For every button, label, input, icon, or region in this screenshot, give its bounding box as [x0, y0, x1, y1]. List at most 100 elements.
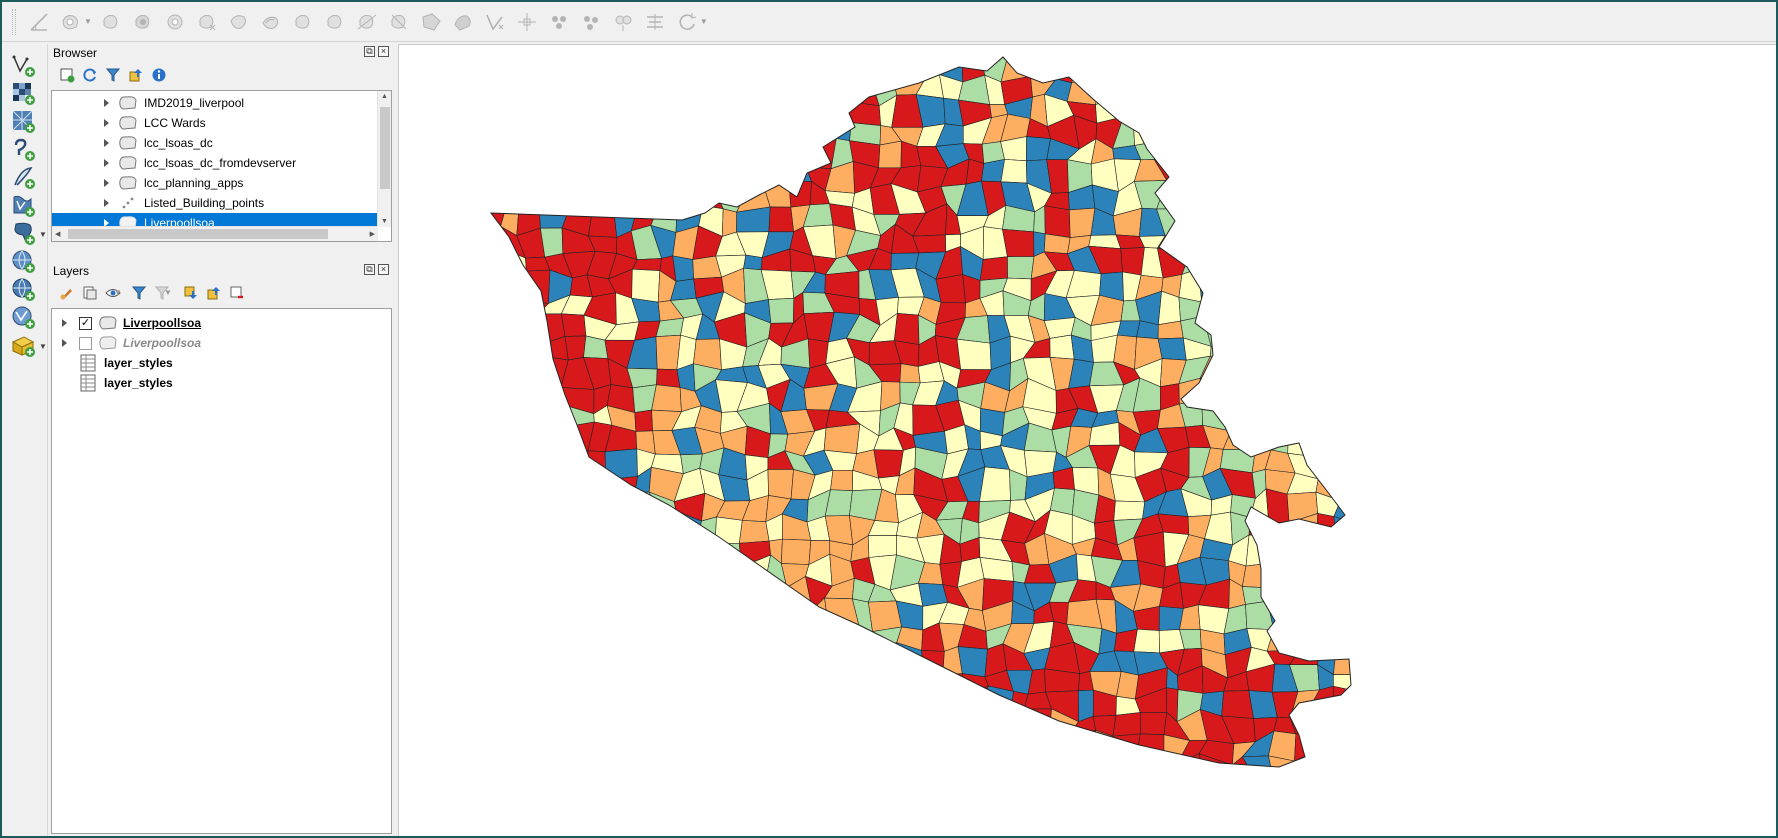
scroll-up-icon[interactable]: ▲ — [381, 93, 388, 100]
filter-icon[interactable] — [104, 66, 122, 84]
browser-item[interactable]: LCC Wards — [52, 113, 378, 133]
scrollbar-thumb[interactable] — [68, 229, 328, 239]
lsoa-polygon — [537, 96, 569, 128]
add-ring-icon[interactable] — [58, 9, 84, 35]
style-panel-icon[interactable] — [58, 284, 76, 302]
refresh-icon[interactable] — [81, 66, 99, 84]
vertex-tool-icon[interactable] — [482, 9, 508, 35]
expand-all-icon[interactable] — [182, 284, 200, 302]
add-selected-layers-icon[interactable] — [58, 66, 76, 84]
lsoa-polygon — [1219, 165, 1254, 193]
lsoa-polygon — [1362, 360, 1385, 384]
lsoa-polygon — [1221, 267, 1255, 302]
add-spatialite-layer-icon[interactable] — [10, 192, 38, 220]
layer-item[interactable]: layer_styles — [52, 373, 390, 393]
split-features-icon[interactable] — [354, 9, 380, 35]
lsoa-polygon — [1424, 117, 1450, 145]
snapping-tool-icon[interactable] — [514, 9, 540, 35]
expand-arrow-icon[interactable] — [62, 339, 67, 347]
add-delimited-text-icon[interactable] — [10, 136, 38, 164]
fill-ring-icon[interactable] — [130, 9, 156, 35]
merge-features-icon[interactable] — [418, 9, 444, 35]
float-panel-icon[interactable]: ⧉ — [364, 264, 375, 275]
simplify-icon[interactable] — [322, 9, 348, 35]
measure-angle-icon[interactable] — [26, 9, 52, 35]
lsoa-polygon — [738, 778, 772, 810]
lsoa-polygon — [830, 469, 854, 491]
add-mesh-layer-icon[interactable] — [10, 108, 38, 136]
chevron-down-icon[interactable]: ▼ — [700, 17, 708, 26]
delete-ring-icon[interactable] — [162, 9, 188, 35]
info-icon[interactable] — [150, 66, 168, 84]
layer-item[interactable]: Liverpoollsoa — [52, 333, 390, 353]
expand-arrow-icon[interactable] — [62, 319, 67, 327]
expand-arrow-icon[interactable] — [104, 159, 109, 167]
lsoa-polygon — [672, 94, 700, 121]
chevron-down-icon[interactable]: ▼ — [114, 288, 122, 297]
expand-arrow-icon[interactable] — [104, 139, 109, 147]
offset-point-symbols-icon[interactable] — [578, 9, 604, 35]
rotate-point-symbols-icon[interactable] — [546, 9, 572, 35]
trim-extend-icon[interactable] — [610, 9, 636, 35]
vertical-scrollbar[interactable]: ▲ ▼ — [377, 91, 391, 227]
reshape-icon[interactable] — [226, 9, 252, 35]
lsoa-polygon — [523, 356, 550, 390]
offset-curve-icon[interactable] — [258, 9, 284, 35]
expand-arrow-icon[interactable] — [104, 179, 109, 187]
add-gpx-layer-icon[interactable] — [10, 164, 38, 192]
split-parts-icon[interactable] — [386, 9, 412, 35]
browser-item[interactable]: lcc_lsoas_dc — [52, 133, 378, 153]
close-panel-icon[interactable]: × — [378, 264, 389, 275]
align-features-icon[interactable] — [642, 9, 668, 35]
map-canvas[interactable] — [398, 44, 1776, 836]
lsoa-polygon — [1200, 204, 1234, 238]
layer-item[interactable]: ✓ Liverpoollsoa — [52, 313, 390, 333]
expand-arrow-icon[interactable] — [104, 99, 109, 107]
float-panel-icon[interactable]: ⧉ — [364, 46, 375, 57]
rotate-feature-icon[interactable] — [674, 9, 700, 35]
expand-arrow-icon[interactable] — [104, 119, 109, 127]
horizontal-scrollbar[interactable]: ◀ ▶ — [52, 226, 378, 241]
browser-item[interactable]: lcc_lsoas_dc_fromdevserver — [52, 153, 378, 173]
new-vector-layer-icon[interactable] — [10, 52, 38, 80]
browser-item[interactable]: Listed_Building_points — [52, 193, 378, 213]
add-postgis-layer-icon[interactable] — [10, 220, 38, 248]
add-wms-layer-icon[interactable] — [10, 248, 38, 276]
browser-item[interactable]: lcc_planning_apps — [52, 173, 378, 193]
chevron-down-icon[interactable]: ▼ — [39, 342, 47, 351]
delete-part-icon[interactable] — [194, 9, 220, 35]
collapse-all-icon[interactable] — [205, 284, 223, 302]
lsoa-polygon — [632, 57, 650, 84]
scroll-down-icon[interactable]: ▼ — [381, 218, 388, 225]
browser-item[interactable]: IMD2019_liverpool — [52, 93, 378, 113]
add-wcs-layer-icon[interactable] — [10, 276, 38, 304]
add-raster-layer-icon[interactable] — [10, 80, 38, 108]
add-part-icon[interactable] — [98, 9, 124, 35]
layer-visibility-checkbox[interactable] — [79, 337, 92, 350]
merge-attributes-icon[interactable] — [450, 9, 476, 35]
lsoa-polygon — [651, 557, 675, 589]
remove-layer-icon[interactable] — [228, 284, 246, 302]
chevron-down-icon[interactable]: ▼ — [39, 230, 47, 239]
collapse-all-icon[interactable] — [127, 66, 145, 84]
scroll-left-icon[interactable]: ◀ — [55, 230, 60, 238]
lsoa-polygon — [1450, 446, 1475, 473]
layer-visibility-checkbox[interactable]: ✓ — [79, 317, 92, 330]
filter-legend-icon[interactable] — [130, 284, 148, 302]
lsoa-polygon — [1333, 383, 1351, 405]
expand-arrow-icon[interactable] — [104, 199, 109, 207]
lsoa-polygon — [961, 673, 989, 696]
close-panel-icon[interactable]: × — [378, 46, 389, 57]
toolbar-grip[interactable] — [12, 8, 16, 35]
layer-item[interactable]: layer_styles — [52, 353, 390, 373]
lsoa-polygon — [1224, 202, 1251, 238]
chevron-down-icon[interactable]: ▼ — [84, 17, 92, 26]
chevron-down-icon[interactable]: ▼ — [164, 288, 172, 297]
add-virtual-layer-icon[interactable] — [10, 332, 38, 360]
add-wfs-layer-icon[interactable] — [10, 304, 38, 332]
scrollbar-thumb[interactable] — [380, 107, 390, 189]
lsoa-polygon — [1183, 57, 1204, 82]
add-group-icon[interactable] — [81, 284, 99, 302]
reverse-line-icon[interactable] — [290, 9, 316, 35]
scroll-right-icon[interactable]: ▶ — [370, 230, 375, 238]
